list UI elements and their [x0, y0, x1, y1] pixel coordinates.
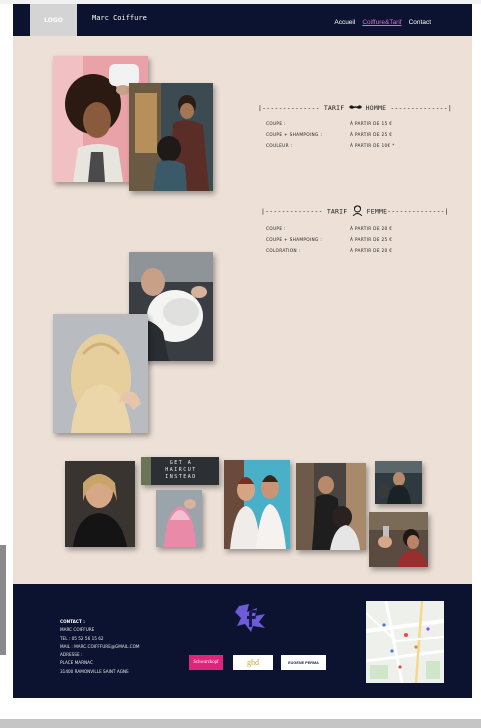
tarif-homme-price: À PARTIR DE 15 €	[350, 122, 393, 127]
logo[interactable]: LOGO	[30, 4, 77, 36]
facebook-icon[interactable]	[235, 602, 268, 632]
tarif-homme-title: |-------------- TARIF HOMME ------------…	[258, 104, 453, 112]
letterboard-line: INSTEAD	[165, 474, 197, 480]
tarif-femme-price: À PARTIR DE 20 €	[350, 227, 393, 232]
photo-pink-hair	[156, 490, 202, 547]
contact-line: PLACE MARNAC	[60, 660, 93, 666]
letterboard-line: GET A	[169, 460, 193, 466]
photo-barber-client	[296, 463, 366, 550]
mustache-icon	[348, 104, 362, 112]
contact-line: 31400 RAMONVILLE SAINT AGNE	[60, 668, 129, 674]
nav-coiffure-tarif[interactable]: Coiffure&Tarif	[362, 19, 401, 26]
tarif-femme-row: COUPE + SHAMPOING :	[266, 238, 323, 243]
contact-line[interactable]: MAIL : MARC.COIFFFURE@GMAIL.COM	[60, 643, 140, 651]
tarif-femme-row: COUPE :	[266, 227, 286, 232]
schwarzkopf-logo[interactable]: Schwarzkopf	[189, 655, 223, 670]
letterboard-line: HAIRCUT	[165, 467, 197, 473]
tarif-femme-row: COLORATION :	[266, 249, 301, 254]
tarif-homme-price: À PARTIR DE 10€ *	[350, 144, 395, 149]
photo-woman-portrait	[65, 461, 135, 547]
contact-line: ADRESSE :	[60, 652, 83, 658]
main-nav: Accueil Coiffure&Tarif Contact	[334, 19, 431, 26]
contact-title: CONTACT :	[60, 619, 85, 624]
contact-line: TEL : 05 52 56 15 62	[60, 635, 104, 641]
ghd-logo[interactable]: ghd	[233, 655, 273, 670]
location-map[interactable]	[366, 601, 444, 683]
woman-icon	[352, 205, 363, 218]
letterboard-sign: GET A HAIRCUT INSTEAD	[141, 457, 219, 485]
tarif-femme-title: |-------------- TARIF FEMME-------------…	[261, 205, 449, 218]
photo-hairspray	[369, 512, 428, 567]
photo-blonde-hair	[53, 314, 148, 433]
nav-contact[interactable]: Contact	[409, 19, 431, 26]
tarif-femme-price: À PARTIR DE 20 €	[350, 249, 393, 254]
nav-accueil[interactable]: Accueil	[334, 19, 355, 26]
site-frame: LOGO Marc Coiffure Accueil Coiffure&Tari…	[13, 4, 472, 698]
site-footer: CONTACT : MARC COIFFURE TEL : 05 52 56 1…	[13, 584, 472, 698]
page: LOGO Marc Coiffure Accueil Coiffure&Tari…	[0, 0, 481, 728]
contact-block: CONTACT : MARC COIFFURE TEL : 05 52 56 1…	[60, 618, 140, 676]
contact-line: MARC COIFFURE	[60, 627, 95, 633]
tarif-homme-row: COULEUR :	[266, 144, 293, 149]
tarif-homme-price: À PARTIR DE 25 €	[350, 133, 393, 138]
tarif-femme-price: À PARTIR DE 25 €	[350, 238, 393, 243]
brand-name: Marc Coiffure	[92, 14, 147, 22]
photo-barber-shop	[375, 461, 422, 504]
tarif-homme-row: COUPE + SHAMPOING :	[266, 133, 323, 138]
eugene-perma-logo[interactable]: EUGENE PERMA	[281, 655, 326, 670]
photo-barber-cutting	[129, 83, 213, 191]
side-scroll-tab[interactable]	[0, 545, 6, 655]
photo-two-women	[224, 460, 290, 549]
browser-bottom-bar	[0, 719, 481, 728]
site-header: LOGO Marc Coiffure Accueil Coiffure&Tari…	[13, 4, 472, 36]
tarif-homme-row: COUPE :	[266, 122, 286, 127]
